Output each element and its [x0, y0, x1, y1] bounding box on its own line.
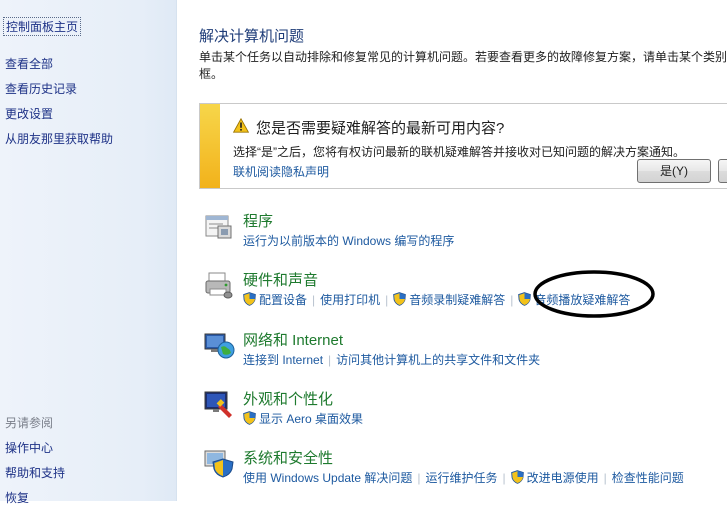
category-links-appearance: 显示 Aero 桌面效果 — [243, 410, 363, 427]
main-content: 解决计算机问题 单击某个任务以自动排除和修复常见的计算机问题。若要查看更多的故障… — [177, 0, 727, 501]
page-title: 解决计算机问题 — [199, 28, 305, 45]
task-configure-device[interactable]: 配置设备 — [259, 293, 307, 307]
uac-shield-icon — [243, 411, 256, 425]
uac-shield-icon — [243, 292, 256, 306]
category-title-hardware-sound[interactable]: 硬件和声音 — [243, 269, 318, 290]
task-run-maintenance[interactable]: 运行维护任务 — [426, 471, 498, 485]
category-links-programs: 运行为以前版本的 Windows 编写的程序 — [243, 232, 454, 249]
annotation-ellipse — [533, 270, 655, 318]
no-button-partial[interactable] — [718, 159, 727, 183]
link-separator: | — [385, 293, 389, 307]
uac-shield-icon — [393, 292, 407, 306]
hardware-printer-icon — [205, 272, 233, 299]
warning-icon — [233, 118, 249, 133]
link-separator: | — [312, 293, 316, 307]
page-description: 单击某个任务以自动排除和修复常见的计算机问题。若要查看更多的故障修复方案，请单击… — [199, 50, 727, 81]
link-separator: | — [510, 293, 514, 307]
appearance-icon — [204, 391, 232, 418]
update-notice: 您是否需要疑难解答的最新可用内容? 选择“是”之后，您将有权访问最新的联机疑难解… — [199, 103, 727, 189]
sidebar-item-change-settings[interactable]: 更改设置 — [5, 105, 53, 122]
link-separator: | — [328, 353, 332, 367]
link-separator: | — [417, 471, 421, 485]
category-links-system-security: 使用 Windows Update 解决问题 | 运行维护任务 | 改进电源使用 | 检查性… — [243, 469, 684, 486]
privacy-statement-link[interactable]: 联机阅读隐私声明 — [233, 163, 329, 180]
category-title-programs[interactable]: 程序 — [243, 210, 273, 231]
category-title-appearance[interactable]: 外观和个性化 — [243, 388, 333, 409]
task-improve-power-usage[interactable]: 改进电源使用 — [527, 471, 599, 485]
notice-title: 您是否需要疑难解答的最新可用内容? — [256, 120, 505, 137]
sidebar-item-action-center[interactable]: 操作中心 — [5, 439, 53, 456]
sidebar-item-recovery[interactable]: 恢复 — [5, 489, 29, 506]
task-windows-update-troubleshoot[interactable]: 使用 Windows Update 解决问题 — [243, 471, 412, 485]
category-title-system-security[interactable]: 系统和安全性 — [243, 447, 333, 468]
task-run-old-programs[interactable]: 运行为以前版本的 Windows 编写的程序 — [243, 234, 454, 248]
task-connect-internet[interactable]: 连接到 Internet — [243, 353, 323, 367]
task-show-aero-effects[interactable]: 显示 Aero 桌面效果 — [259, 412, 363, 426]
category-title-network-internet[interactable]: 网络和 Internet — [243, 329, 343, 350]
sidebar: 控制面板主页 查看全部 查看历史记录 更改设置 从朋友那里获取帮助 另请参阅 操… — [0, 0, 177, 505]
sidebar-home-link[interactable]: 控制面板主页 — [3, 17, 82, 36]
notice-text: 选择“是”之后，您将有权访问最新的联机疑难解答并接收对已知问题的解决方案通知。 — [233, 145, 685, 159]
network-globe-icon — [204, 333, 235, 359]
notice-accent-bar — [200, 104, 220, 188]
task-use-printer[interactable]: 使用打印机 — [320, 293, 380, 307]
programs-icon — [205, 215, 232, 239]
sidebar-item-view-all[interactable]: 查看全部 — [5, 55, 53, 72]
sidebar-item-get-help-from-friend[interactable]: 从朋友那里获取帮助 — [5, 130, 113, 147]
task-access-shared-files[interactable]: 访问其他计算机上的共享文件和文件夹 — [336, 353, 540, 367]
yes-button[interactable]: 是(Y) — [637, 159, 711, 183]
sidebar-item-help-support[interactable]: 帮助和支持 — [5, 464, 65, 481]
system-security-icon — [204, 450, 234, 478]
link-separator: | — [603, 471, 607, 485]
task-check-performance[interactable]: 检查性能问题 — [612, 471, 684, 485]
task-audio-recording-troubleshoot[interactable]: 音频录制疑难解答 — [409, 293, 505, 307]
sidebar-item-view-history[interactable]: 查看历史记录 — [5, 80, 77, 97]
link-separator: | — [502, 471, 506, 485]
category-links-network-internet: 连接到 Internet | 访问其他计算机上的共享文件和文件夹 — [243, 351, 540, 368]
uac-shield-icon — [510, 470, 524, 484]
uac-shield-icon — [518, 292, 532, 306]
see-also-heading: 另请参阅 — [5, 416, 54, 430]
